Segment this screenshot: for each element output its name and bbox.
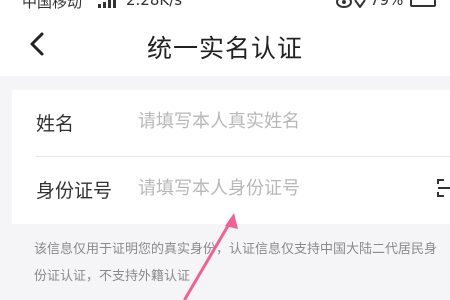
name-input[interactable] (138, 106, 428, 136)
status-bar: 中国移动 2.28K/s 79% (0, 0, 450, 14)
network-speed: 2.28K/s (126, 0, 183, 9)
id-number-input[interactable] (138, 173, 428, 203)
page-title: 统一实名认证 (146, 34, 303, 63)
id-number-label: 身份证号 (36, 180, 113, 202)
divider (36, 156, 450, 157)
signal-strength-icon (98, 0, 116, 8)
scan-icon[interactable] (436, 178, 450, 198)
notice-text: 该信息仅用于证明您的真实身份，认证信息仅支持中国大陆二代居民身份证认证，不支持外… (34, 242, 438, 284)
battery-icon (410, 0, 436, 7)
eye-icon (336, 0, 366, 8)
real-name-form: 姓名 身份证号 (12, 90, 450, 224)
name-label: 姓名 (36, 113, 75, 135)
carrier-name: 中国移动 (22, 0, 83, 11)
battery-percent: 79% (370, 0, 404, 9)
navigation-bar: 统一实名认证 (0, 14, 450, 76)
